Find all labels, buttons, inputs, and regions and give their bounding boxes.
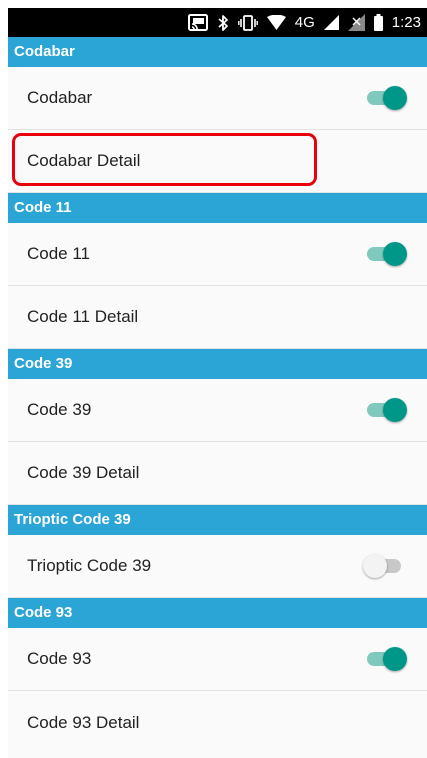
toggle-row-code-11[interactable]: Code 11 — [8, 223, 427, 286]
section-header-code-93: Code 93 — [8, 598, 427, 628]
bluetooth-icon — [217, 13, 229, 33]
toggle-thumb — [383, 86, 407, 110]
toggle-thumb — [363, 554, 387, 578]
toggle-row-trioptic-code-39[interactable]: Trioptic Code 39 — [8, 535, 427, 598]
vibrate-icon — [237, 13, 258, 33]
section-header-trioptic-code-39: Trioptic Code 39 — [8, 505, 427, 535]
toggle-thumb — [383, 647, 407, 671]
row-label: Code 11 — [27, 244, 91, 263]
row-label: Code 39 — [27, 400, 92, 419]
screen: 4G 1:23 Codabar Codabar Codabar Detail C… — [0, 0, 427, 758]
row-label: Trioptic Code 39 — [27, 556, 152, 575]
section-header-code-39: Code 39 — [8, 349, 427, 379]
trioptic-code-39-toggle-switch[interactable] — [363, 554, 407, 578]
row-label: Code 93 — [27, 649, 92, 668]
battery-icon — [373, 13, 383, 33]
wifi-icon — [266, 13, 286, 33]
row-label: Code 39 Detail — [27, 463, 140, 482]
toggle-thumb — [383, 242, 407, 266]
section-header-codabar: Codabar — [8, 37, 427, 67]
clock: 1:23 — [391, 13, 421, 31]
toggle-row-code-39[interactable]: Code 39 — [8, 379, 427, 442]
row-label: Code 93 Detail — [27, 712, 140, 732]
toggle-thumb — [383, 398, 407, 422]
detail-row-code-39[interactable]: Code 39 Detail — [8, 442, 427, 505]
detail-row-code-93[interactable]: Code 93 Detail — [8, 691, 427, 754]
toggle-row-codabar[interactable]: Codabar — [8, 67, 427, 130]
toggle-row-code-93[interactable]: Code 93 — [8, 628, 427, 691]
settings-list[interactable]: Codabar Codabar Codabar Detail Code 11 C… — [8, 37, 427, 758]
detail-row-codabar[interactable]: Codabar Detail — [8, 130, 427, 193]
cast-icon — [187, 13, 208, 33]
signal-icon — [323, 13, 339, 33]
code-93-toggle-switch[interactable] — [363, 647, 407, 671]
row-label: Code 11 Detail — [27, 307, 139, 326]
status-bar: 4G 1:23 — [8, 8, 427, 37]
row-label: Codabar — [27, 88, 93, 107]
code-39-toggle-switch[interactable] — [363, 398, 407, 422]
network-type: 4G — [294, 13, 315, 31]
detail-row-code-11[interactable]: Code 11 Detail — [8, 286, 427, 349]
no-sim-icon — [347, 13, 365, 33]
code-11-toggle-switch[interactable] — [363, 242, 407, 266]
section-header-code-11: Code 11 — [8, 193, 427, 223]
row-label: Codabar Detail — [27, 151, 141, 170]
codabar-toggle-switch[interactable] — [363, 86, 407, 110]
